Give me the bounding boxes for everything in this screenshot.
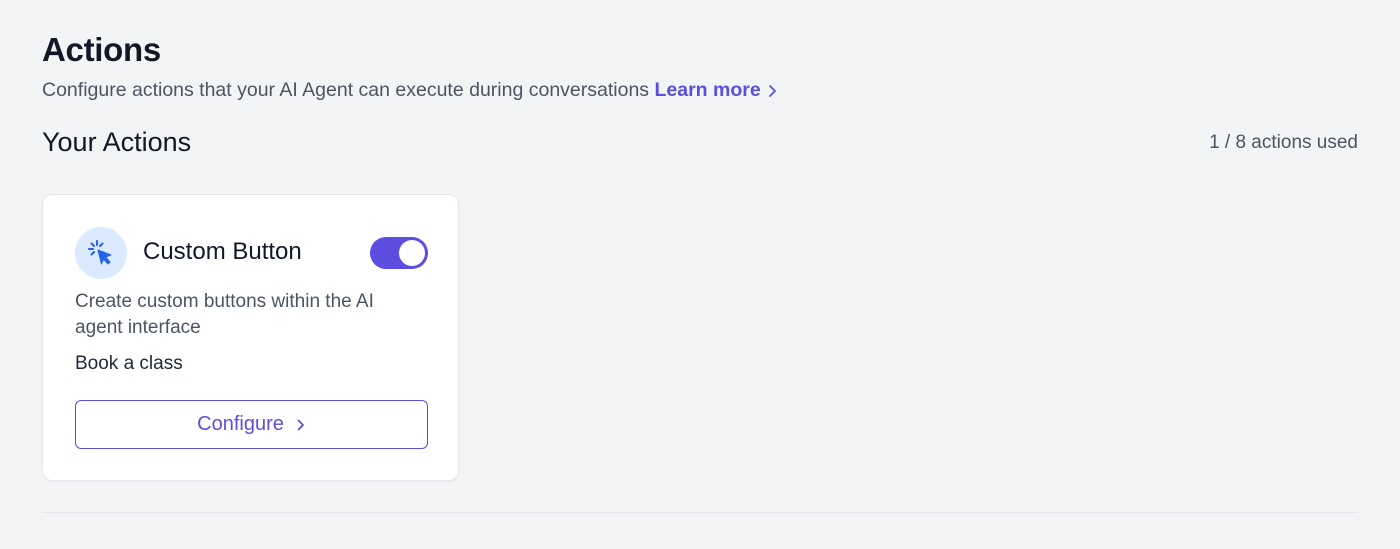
toggle-knob [399,240,425,266]
chevron-right-icon [297,419,304,430]
page-subtitle: Configure actions that your AI Agent can… [42,79,779,102]
section-divider [42,512,1358,513]
action-card-custom-button: Custom Button Create custom buttons with… [42,194,459,481]
configure-button[interactable]: Configure [75,400,428,449]
section-title: Your Actions [42,127,192,157]
actions-page: Actions Configure actions that your AI A… [0,0,1400,549]
learn-more-link[interactable]: Learn more [654,79,778,102]
cursor-click-icon [88,240,112,265]
chevron-right-icon [768,84,776,97]
page-title: Actions [42,31,161,68]
configure-label: Configure [197,413,284,435]
subtitle-text: Configure actions that your AI Agent can… [42,79,650,101]
actions-usage-count: 1 / 8 actions used [1209,132,1358,153]
action-description: Create custom buttons within the AI agen… [75,291,374,338]
action-enabled-toggle[interactable] [370,237,428,269]
action-icon-badge [75,227,127,279]
action-title: Custom Button [143,238,302,265]
learn-more-label: Learn more [654,79,761,101]
action-button-label: Book a class [75,353,183,374]
